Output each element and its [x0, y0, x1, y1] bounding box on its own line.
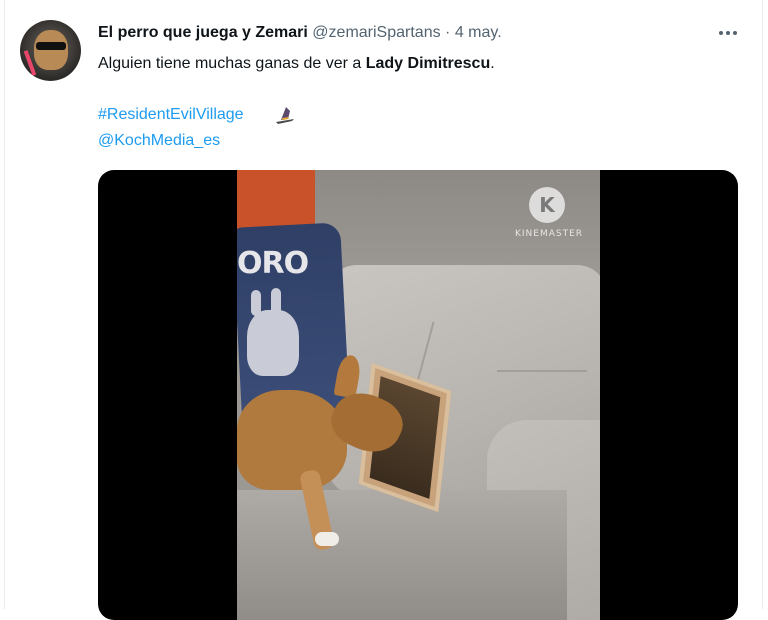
display-name[interactable]: El perro que juega y Zemari: [98, 24, 308, 41]
tweet-text-bold: Lady Dimitrescu: [365, 55, 491, 72]
video-media[interactable]: ORO K KINEMASTER: [98, 170, 738, 620]
orange-pillow: [237, 170, 315, 232]
tweet-text: Alguien tiene muchas ganas de ver a Lady…: [98, 55, 495, 72]
kinemaster-watermark: K KINEMASTER: [507, 185, 587, 249]
hashtag-link[interactable]: #ResidentEvilVillage: [98, 104, 244, 126]
video-frame: ORO K KINEMASTER: [237, 170, 600, 620]
avatar[interactable]: [20, 20, 81, 81]
tweet-date[interactable]: 4 may.: [455, 24, 502, 41]
divider-right: [762, 0, 763, 609]
tweet-card[interactable]: El perro que juega y Zemari @zemariSpart…: [0, 0, 768, 620]
user-handle[interactable]: @zemariSpartans: [312, 24, 440, 41]
plush-bunny: [247, 310, 299, 376]
separator-dot: ·: [445, 24, 451, 41]
pillow-text: ORO: [237, 246, 309, 281]
witch-hat-icon: [276, 107, 294, 124]
mention-link[interactable]: @KochMedia_es: [98, 130, 220, 152]
tweet-header: El perro que juega y Zemari @zemariSpart…: [98, 23, 502, 43]
watermark-text: KINEMASTER: [514, 229, 584, 239]
divider-left: [4, 0, 5, 609]
kinemaster-logo-icon: K: [529, 187, 565, 223]
more-horizontal-icon[interactable]: [716, 22, 740, 44]
dog: [237, 390, 347, 490]
